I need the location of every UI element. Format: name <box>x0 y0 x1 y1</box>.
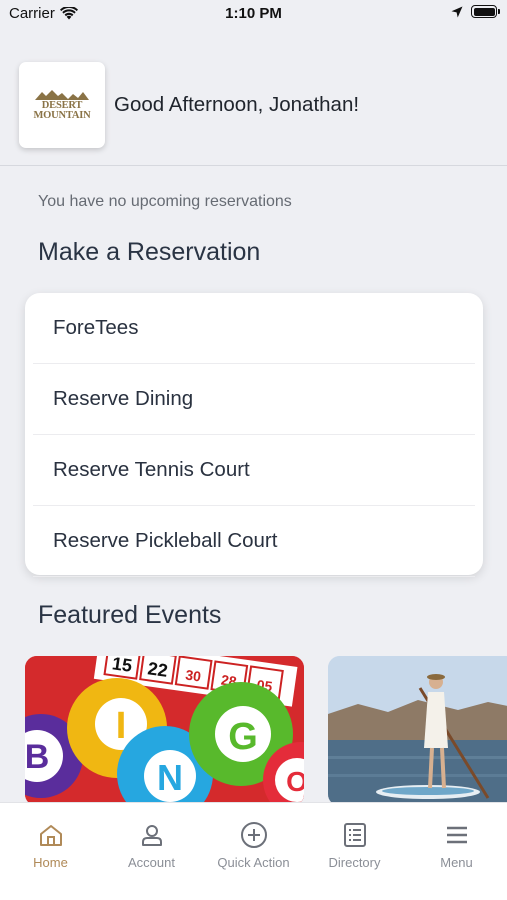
bingo-ball-letter: B <box>25 738 49 776</box>
tab-label: Quick Action <box>217 855 290 870</box>
card-number: 22 <box>146 658 169 681</box>
logo-text-mountain: MOUNTAIN <box>33 110 91 121</box>
tab-menu[interactable]: Menu <box>406 803 507 873</box>
event-card-paddleboard[interactable] <box>328 656 507 806</box>
status-time: 1:10 PM <box>225 5 282 22</box>
bingo-ball-letter: N <box>157 757 183 798</box>
screen: Carrier 1:10 PM DESERT MOUNTAIN Good Aft… <box>0 0 507 900</box>
header: DESERT MOUNTAIN Good Afternoon, Jonathan… <box>0 62 507 166</box>
tab-label: Menu <box>440 855 473 870</box>
home-icon <box>38 821 64 849</box>
tab-label: Directory <box>328 855 381 870</box>
bingo-ball-letter: O <box>286 766 304 797</box>
tab-label: Home <box>33 855 68 870</box>
greeting-text: Good Afternoon, Jonathan! <box>114 93 360 116</box>
reservation-item-tennis[interactable]: Reserve Tennis Court <box>33 435 475 506</box>
status-right <box>451 5 500 18</box>
card-number: 30 <box>184 667 202 685</box>
reservation-item-label: Reserve Tennis Court <box>53 458 250 481</box>
tab-bar: Home Account Quick Action Directory Menu <box>0 802 507 900</box>
club-logo[interactable]: DESERT MOUNTAIN <box>19 62 105 148</box>
tab-label: Account <box>128 855 175 870</box>
reservation-item-foretees[interactable]: ForeTees <box>33 293 475 364</box>
tab-directory[interactable]: Directory <box>304 803 405 873</box>
account-icon <box>140 821 164 849</box>
bingo-ball-letter: I <box>116 705 127 747</box>
no-reservations-message: You have no upcoming reservations <box>38 193 292 210</box>
tab-home[interactable]: Home <box>0 803 101 873</box>
directory-icon <box>343 821 367 849</box>
card-number: 15 <box>111 656 134 676</box>
battery-fill <box>473 7 495 16</box>
tab-quick-action[interactable]: Quick Action <box>203 803 304 873</box>
reservation-item-pickleball[interactable]: Reserve Pickleball Court <box>33 506 475 577</box>
status-bar: Carrier 1:10 PM <box>0 0 507 28</box>
bingo-ball-letter: G <box>228 716 258 758</box>
plus-circle-icon <box>240 821 268 849</box>
battery-icon <box>471 5 500 18</box>
tab-account[interactable]: Account <box>101 803 202 873</box>
reservation-list: ForeTees Reserve Dining Reserve Tennis C… <box>25 293 483 577</box>
paddleboard-image <box>328 656 507 806</box>
event-card-bingo[interactable]: 15 22 30 28 05 B I N G O <box>25 656 304 806</box>
reservation-item-dining[interactable]: Reserve Dining <box>33 364 475 435</box>
bingo-image: 15 22 30 28 05 B I N G O <box>25 656 304 806</box>
reservation-item-label: ForeTees <box>53 316 139 339</box>
hamburger-menu-icon <box>445 821 469 849</box>
reservation-item-label: Reserve Dining <box>53 387 194 410</box>
featured-events-title: Featured Events <box>38 601 222 629</box>
location-arrow-icon <box>451 6 463 17</box>
make-reservation-title: Make a Reservation <box>38 238 261 266</box>
reservation-item-label: Reserve Pickleball Court <box>53 529 278 552</box>
